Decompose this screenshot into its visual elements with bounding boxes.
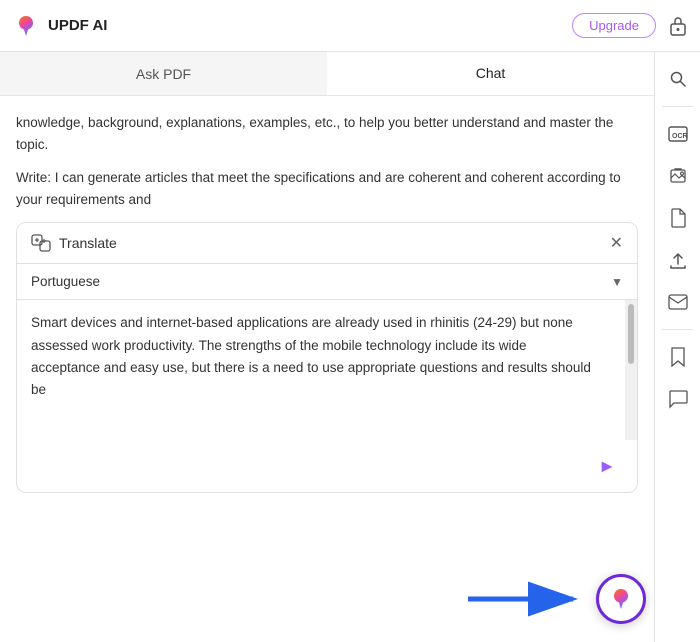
language-selector[interactable]: Portuguese ▼ xyxy=(17,264,637,300)
sidebar-search[interactable] xyxy=(659,60,697,98)
close-button[interactable]: ✕ xyxy=(610,233,623,253)
sidebar-chat[interactable] xyxy=(659,380,697,418)
email-icon xyxy=(668,294,688,310)
upload-icon xyxy=(669,250,687,270)
translate-title: Translate xyxy=(59,235,117,251)
upgrade-button[interactable]: Upgrade xyxy=(572,13,656,38)
translate-card: Translate ✕ Portuguese ▼ Smart devices a… xyxy=(16,222,638,493)
ocr-icon: OCR xyxy=(668,125,688,143)
lock-icon[interactable] xyxy=(668,15,688,37)
tabs: Ask PDF Chat xyxy=(0,52,654,96)
sidebar-ocr[interactable]: OCR xyxy=(659,115,697,153)
content-area: Ask PDF Chat knowledge, background, expl… xyxy=(0,52,654,642)
send-button[interactable]: ► xyxy=(591,450,623,482)
main-container: Ask PDF Chat knowledge, background, expl… xyxy=(0,52,700,642)
translate-footer: ► xyxy=(17,440,637,492)
logo-area: UPDF AI xyxy=(12,12,572,40)
scrollbar-thumb xyxy=(628,304,634,364)
send-icon: ► xyxy=(598,456,616,477)
app-header: UPDF AI Upgrade xyxy=(0,0,700,52)
translate-body: Smart devices and internet-based applica… xyxy=(17,300,637,440)
tab-chat[interactable]: Chat xyxy=(327,52,654,95)
translate-header: Translate ✕ xyxy=(17,223,637,264)
image-icon xyxy=(669,167,687,185)
right-sidebar: OCR xyxy=(654,52,700,642)
logo-icon xyxy=(12,12,40,40)
tab-ask-pdf[interactable]: Ask PDF xyxy=(0,52,327,95)
scrollbar-area[interactable] xyxy=(625,300,637,440)
chat-content[interactable]: knowledge, background, explanations, exa… xyxy=(0,96,654,642)
document-icon xyxy=(670,208,686,228)
sidebar-email[interactable] xyxy=(659,283,697,321)
svg-text:OCR: OCR xyxy=(672,133,688,140)
sidebar-divider-2 xyxy=(662,329,694,330)
updf-ai-button[interactable] xyxy=(596,574,646,624)
translate-icon xyxy=(31,234,51,252)
chat-icon xyxy=(668,389,688,409)
message-2: Write: I can generate articles that meet… xyxy=(16,167,638,210)
updf-logo-icon xyxy=(607,585,635,613)
message-1: knowledge, background, explanations, exa… xyxy=(16,112,638,155)
sidebar-divider-1 xyxy=(662,106,694,107)
app-title: UPDF AI xyxy=(48,17,107,34)
blue-arrow-annotation xyxy=(468,579,588,619)
translate-result-text: Smart devices and internet-based applica… xyxy=(17,300,625,440)
language-text: Portuguese xyxy=(31,274,100,289)
chevron-down-icon: ▼ xyxy=(611,275,623,289)
translate-title-area: Translate xyxy=(31,234,117,252)
search-icon xyxy=(669,70,687,88)
bookmark-icon xyxy=(670,347,686,367)
sidebar-upload[interactable] xyxy=(659,241,697,279)
header-icons xyxy=(668,15,688,37)
sidebar-document[interactable] xyxy=(659,199,697,237)
sidebar-image[interactable] xyxy=(659,157,697,195)
sidebar-save[interactable] xyxy=(659,338,697,376)
